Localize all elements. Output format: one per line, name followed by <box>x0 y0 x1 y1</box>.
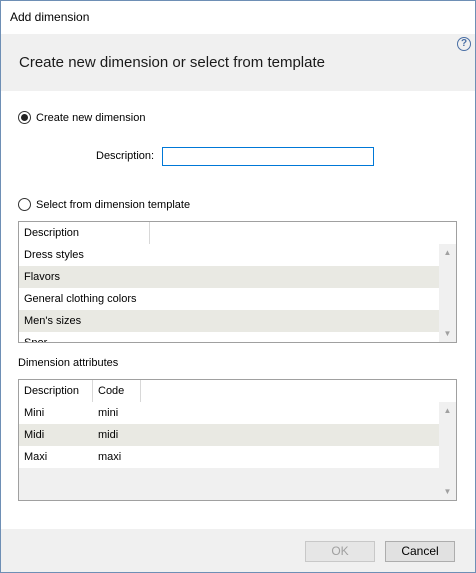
template-name: Men's sizes <box>24 315 82 327</box>
table-row[interactable]: Mini mini <box>19 402 439 424</box>
template-name: Dress styles <box>24 249 84 261</box>
header-band: ? Create new dimension or select from te… <box>1 34 475 91</box>
attribute-code: midi <box>98 429 119 441</box>
grid-empty-area <box>19 468 439 500</box>
template-grid-header: Description <box>19 222 150 244</box>
select-template-radio[interactable] <box>18 198 31 211</box>
template-name: General clothing colors <box>24 293 137 305</box>
attributes-grid-header: Description Code <box>19 380 141 402</box>
attribute-code: maxi <box>98 451 122 463</box>
template-grid-scrollbar[interactable]: ▲ ▼ <box>439 244 456 342</box>
scroll-up-icon[interactable]: ▲ <box>439 402 456 419</box>
attribute-description: Midi <box>24 429 45 441</box>
list-item[interactable]: Dress styles <box>19 244 439 266</box>
column-header-description[interactable]: Description <box>19 380 93 402</box>
create-new-label: Create new dimension <box>36 111 146 124</box>
scroll-down-icon[interactable]: ▼ <box>439 325 456 342</box>
list-item[interactable]: Flavors <box>19 266 439 288</box>
create-new-option[interactable]: Create new dimension <box>18 111 145 124</box>
ok-button[interactable]: OK <box>305 541 375 562</box>
description-label: Description: <box>96 150 155 162</box>
template-grid[interactable]: Description Dress styles Flavors General… <box>18 221 457 343</box>
select-template-option[interactable]: Select from dimension template <box>18 198 190 211</box>
title-bar: Add dimension <box>1 1 475 34</box>
attribute-description: Mini <box>24 407 45 419</box>
column-header-description[interactable]: Description <box>19 222 150 244</box>
scroll-up-icon[interactable]: ▲ <box>439 244 456 261</box>
select-template-label: Select from dimension template <box>36 198 191 211</box>
attributes-label: Dimension attributes <box>18 357 119 369</box>
attribute-code: mini <box>98 407 119 419</box>
description-input[interactable] <box>162 147 374 166</box>
table-row[interactable]: Midi midi <box>19 424 439 446</box>
list-item[interactable]: Spor... <box>19 332 439 343</box>
create-new-radio[interactable] <box>18 111 31 124</box>
cancel-button[interactable]: Cancel <box>385 541 455 562</box>
attributes-grid[interactable]: Description Code Mini mini Midi midi Max… <box>18 379 457 501</box>
page-title: Create new dimension or select from temp… <box>19 54 325 71</box>
template-name: Spor... <box>24 337 56 343</box>
list-item[interactable]: Men's sizes <box>19 310 439 332</box>
column-header-code[interactable]: Code <box>93 380 141 402</box>
table-row[interactable]: Maxi maxi <box>19 446 439 468</box>
list-item[interactable]: General clothing colors <box>19 288 439 310</box>
window-title: Add dimension <box>10 10 90 24</box>
template-name: Flavors <box>24 271 61 283</box>
attributes-grid-scrollbar[interactable]: ▲ ▼ <box>439 402 456 500</box>
attribute-description: Maxi <box>24 451 48 463</box>
footer: OK Cancel <box>1 529 475 572</box>
help-icon[interactable]: ? <box>457 37 471 51</box>
add-dimension-dialog: Add dimension ? Create new dimension or … <box>0 0 476 573</box>
scroll-down-icon[interactable]: ▼ <box>439 483 456 500</box>
